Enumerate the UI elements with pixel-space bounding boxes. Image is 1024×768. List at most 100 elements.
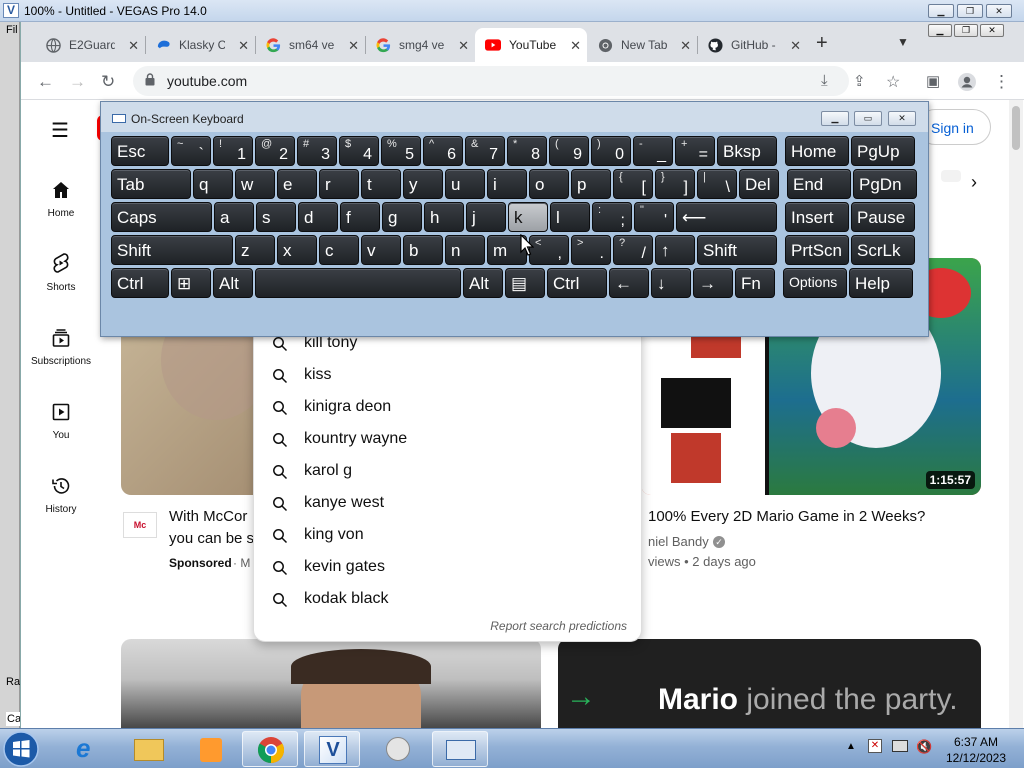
hamburger-menu-icon[interactable]: ☰ <box>51 118 69 143</box>
sidebar-item-subscriptions[interactable]: Subscriptions <box>21 322 101 367</box>
osk-key-ctrl[interactable]: Ctrl <box>111 268 169 298</box>
chrome-restore-button[interactable]: ❐ <box>954 24 978 37</box>
osk-key-symbol[interactable]: - _ <box>633 136 673 166</box>
osk-taskbar-button[interactable] <box>432 731 488 767</box>
close-icon[interactable]: ✕ <box>790 38 801 54</box>
osk-key-end[interactable]: End <box>787 169 851 199</box>
osk-key-7[interactable]: & 7 <box>465 136 505 166</box>
osk-key-c[interactable]: c <box>319 235 359 265</box>
osk-key-f[interactable]: f <box>340 202 380 232</box>
osk-key-z[interactable]: z <box>235 235 275 265</box>
tab-klasky[interactable]: Klasky Csupo ✕ <box>145 28 256 62</box>
suggestion-item[interactable]: kountry wayne <box>254 424 643 456</box>
sidebar-item-history[interactable]: History <box>21 470 101 515</box>
osk-key-l[interactable]: l <box>550 202 590 232</box>
osk-key-g[interactable]: g <box>382 202 422 232</box>
osk-key-symbol[interactable]: :; <box>592 202 632 232</box>
osk-key-3[interactable]: #3 <box>297 136 337 166</box>
osk-key-alt[interactable]: Alt <box>213 268 253 298</box>
osk-key-symbol[interactable]: → <box>693 268 733 298</box>
osk-key-a[interactable]: a <box>214 202 254 232</box>
tab-youtube[interactable]: YouTube ✕ <box>475 28 587 62</box>
osk-key-symbol[interactable]: {[ <box>613 169 653 199</box>
osk-key-caps[interactable]: Caps <box>111 202 212 232</box>
osk-close-button[interactable]: ✕ <box>888 111 916 126</box>
osk-key-n[interactable]: n <box>445 235 485 265</box>
osk-key-ctrl[interactable]: Ctrl <box>547 268 607 298</box>
osk-key-pgup[interactable]: PgUp <box>851 136 915 166</box>
osk-key-pause[interactable]: Pause <box>851 202 915 232</box>
side-panel-icon[interactable]: ▣ <box>926 72 940 90</box>
osk-key-2[interactable]: @2 <box>255 136 295 166</box>
osk-key-e[interactable]: e <box>277 169 317 199</box>
osk-key-symbol[interactable]: ~ ` <box>171 136 211 166</box>
osk-key-w[interactable]: w <box>235 169 275 199</box>
osk-key-s[interactable]: s <box>256 202 296 232</box>
osk-key-fn[interactable]: Fn <box>735 268 775 298</box>
close-icon[interactable]: ✕ <box>238 38 249 54</box>
chrome-taskbar-button[interactable] <box>242 731 298 767</box>
network-icon[interactable] <box>892 740 908 752</box>
chrome-close-button[interactable]: ✕ <box>980 24 1004 37</box>
osk-key-symbol[interactable]: >. <box>571 235 611 265</box>
vegas-taskbar-button[interactable]: V <box>304 731 360 767</box>
osk-key-symbol[interactable]: | \ <box>697 169 737 199</box>
osk-key-u[interactable]: u <box>445 169 485 199</box>
osk-key-r[interactable]: r <box>319 169 359 199</box>
osk-key-t[interactable]: t <box>361 169 401 199</box>
osk-key-v[interactable]: v <box>361 235 401 265</box>
video-title-1-line2[interactable]: you can be s <box>169 530 254 547</box>
tab-search-chevron-icon[interactable]: ▼ <box>897 35 909 49</box>
reload-icon[interactable]: ↻ <box>101 72 115 92</box>
sidebar-item-you[interactable]: You <box>21 396 101 441</box>
osk-maximize-button[interactable]: ▭ <box>854 111 882 126</box>
tab-github[interactable]: GitHub - ✕ <box>697 28 807 62</box>
osk-key-bksp[interactable]: Bksp <box>717 136 777 166</box>
osk-key-i[interactable]: i <box>487 169 527 199</box>
osk-key-4[interactable]: $4 <box>339 136 379 166</box>
osk-key-prtscn[interactable]: PrtScn <box>785 235 849 265</box>
page-scrollbar[interactable] <box>1009 100 1023 728</box>
osk-key-h[interactable]: h <box>424 202 464 232</box>
osk-key-home[interactable]: Home <box>785 136 849 166</box>
osk-key-alt[interactable]: Alt <box>463 268 503 298</box>
osk-key-symbol[interactable]: ▤ <box>505 268 545 298</box>
osk-minimize-button[interactable]: ▁ <box>821 111 849 126</box>
start-button[interactable] <box>2 730 42 768</box>
osk-key-d[interactable]: d <box>298 202 338 232</box>
volume-muted-icon[interactable]: 🔇 <box>916 739 932 755</box>
bookmark-star-icon[interactable]: ☆ <box>886 72 900 92</box>
sidebar-item-shorts[interactable]: Shorts <box>21 248 101 293</box>
sponsor-avatar[interactable]: Mc <box>123 512 157 538</box>
osk-key-symbol[interactable]: ← <box>609 268 649 298</box>
osk-key-k[interactable]: k <box>508 202 548 232</box>
profile-avatar-icon[interactable] <box>957 72 977 97</box>
osk-key-5[interactable]: % 5 <box>381 136 421 166</box>
address-bar[interactable]: youtube.com <box>133 66 849 96</box>
lock-icon[interactable] <box>145 73 155 86</box>
tab-sm64[interactable]: sm64 vers ✕ <box>255 28 366 62</box>
tray-chevron-icon[interactable]: ▲ <box>846 741 856 752</box>
chevron-right-icon[interactable]: › <box>971 172 977 193</box>
osk-key-symbol[interactable]: " ' <box>634 202 674 232</box>
suggestion-item[interactable]: kinigra deon <box>254 392 643 424</box>
explorer-taskbar-button[interactable] <box>122 731 178 767</box>
sidebar-item-home[interactable]: Home <box>21 174 101 219</box>
osk-key-8[interactable]: * 8 <box>507 136 547 166</box>
install-app-icon[interactable]: ⤓ <box>821 72 828 89</box>
osk-key-j[interactable]: j <box>466 202 506 232</box>
close-icon[interactable]: ✕ <box>458 38 469 54</box>
osk-key-scrlk[interactable]: ScrLk <box>851 235 915 265</box>
channel-name[interactable]: niel Bandy <box>648 534 709 549</box>
osk-key-tab[interactable]: Tab <box>111 169 191 199</box>
osk-key-p[interactable]: p <box>571 169 611 199</box>
video-title-2[interactable]: 100% Every 2D Mario Game in 2 Weeks? <box>648 508 925 525</box>
close-icon[interactable]: ✕ <box>128 38 139 54</box>
osk-key-shift[interactable]: Shift <box>111 235 233 265</box>
osk-key-6[interactable]: ^ 6 <box>423 136 463 166</box>
osk-key-b[interactable]: b <box>403 235 443 265</box>
close-icon[interactable]: ✕ <box>348 38 359 54</box>
share-icon[interactable]: ⇪ <box>853 72 866 90</box>
osk-key-del[interactable]: Del <box>739 169 779 199</box>
video-title-1-line1[interactable]: With McCor <box>169 508 247 525</box>
